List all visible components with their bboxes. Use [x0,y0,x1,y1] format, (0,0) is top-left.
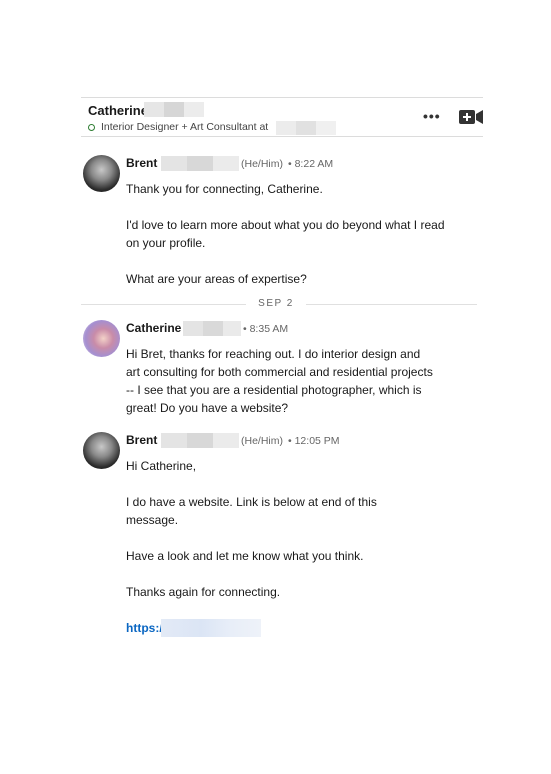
message-line: Thanks again for connecting. [126,585,281,599]
video-add-icon[interactable] [459,110,483,124]
message-time: • 8:35 AM [243,323,289,335]
contact-name[interactable]: Catherine [88,103,148,118]
message-group: Catherine • 8:35 AM Hi Bret, thanks for … [83,320,463,420]
sender-pronouns: (He/Him) [241,158,283,170]
message-line: Have a look and let me know what you thi… [126,549,364,563]
avatar[interactable] [83,320,120,357]
message-time: • 8:22 AM [288,158,334,170]
message-group: Brent (He/Him) • 8:22 AM Thank you for c… [83,155,463,295]
redacted-surname [161,433,239,448]
avatar[interactable] [83,432,120,469]
contact-headline: Interior Designer + Art Consultant at [101,121,269,133]
redacted-surname [144,102,204,117]
avatar[interactable] [83,155,120,192]
message-group: Brent (He/Him) • 12:05 PM Hi Catherine, … [83,432,463,642]
website-link[interactable]: https:/ [126,621,163,635]
sender-name[interactable]: Catherine [126,321,181,335]
redacted-url [160,619,261,637]
message-line: Thank you for connecting, Catherine. [126,182,323,196]
message-body: Thank you for connecting, Catherine. I'd… [126,180,446,288]
message-line: Hi Catherine, [126,459,197,473]
date-divider: SEP 2 [246,298,306,309]
message-line: I do have a website. Link is below at en… [126,495,377,527]
message-time: • 12:05 PM [288,435,340,447]
redacted-surname [161,156,239,171]
redacted-company [276,121,336,135]
conversation-header: Catherine Interior Designer + Art Consul… [81,97,483,137]
more-icon[interactable]: ••• [423,108,441,124]
message-body: Hi Catherine, I do have a website. Link … [126,457,416,637]
redacted-surname [183,321,241,336]
sender-name[interactable]: Brent [126,156,157,170]
sender-name[interactable]: Brent [126,433,157,447]
message-line: I'd love to learn more about what you do… [126,218,445,250]
message-line: What are your areas of expertise? [126,272,307,286]
message-line: Hi Bret, thanks for reaching out. I do i… [126,347,433,415]
message-body: Hi Bret, thanks for reaching out. I do i… [126,345,436,417]
sender-pronouns: (He/Him) [241,435,283,447]
online-status-icon [88,124,95,131]
